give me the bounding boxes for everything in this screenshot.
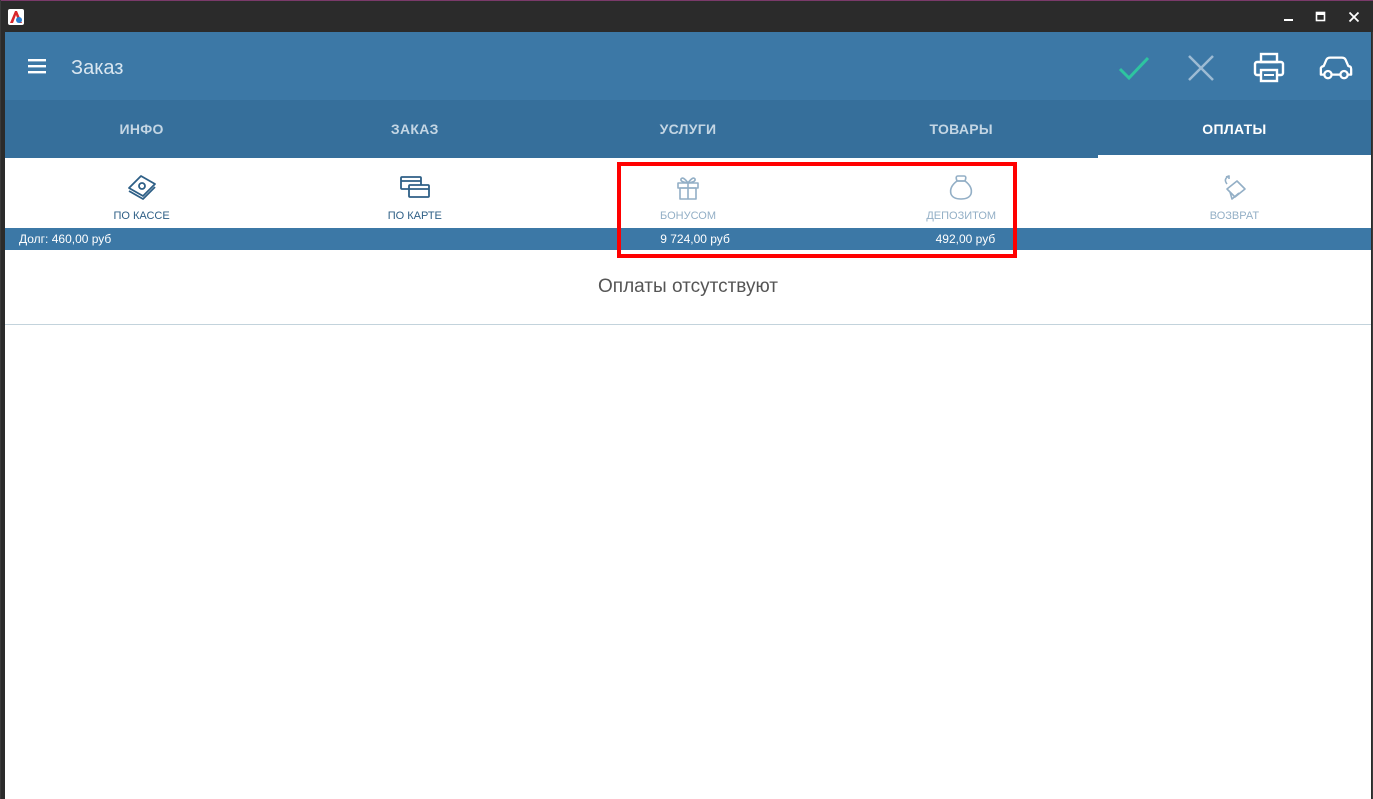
- payment-methods: ПО КАССЕ ПО КАРТЕ БОНУСОМ ДЕПОЗИТОМ ВОЗВ…: [5, 158, 1371, 228]
- section-tabs: ИНФО ЗАКАЗ УСЛУГИ ТОВАРЫ ОПЛАТЫ: [5, 100, 1372, 158]
- pay-by-deposit-label: ДЕПОЗИТОМ: [926, 210, 997, 222]
- window-titlebar: [1, 0, 1373, 32]
- hamburger-menu-icon: [28, 59, 46, 74]
- window-minimize-button[interactable]: [1277, 6, 1301, 28]
- checkmark-icon: [1118, 56, 1150, 81]
- menu-button[interactable]: [25, 56, 51, 76]
- car-button[interactable]: [1318, 50, 1354, 86]
- confirm-button[interactable]: [1116, 50, 1152, 86]
- app-window: Заказ ИНФО ЗАКАЗ УСЛУГИ ТОВАРЫ ОПЛАТЫ ПО…: [0, 0, 1373, 799]
- pay-by-bonus-label: БОНУСОМ: [660, 210, 717, 222]
- refund-icon: [1218, 172, 1250, 202]
- pay-by-deposit-button[interactable]: ДЕПОЗИТОМ: [825, 158, 1098, 228]
- deposit-balance: 492,00 руб: [935, 232, 996, 246]
- close-icon: [1188, 55, 1214, 81]
- tab-goods[interactable]: ТОВАРЫ: [825, 100, 1098, 158]
- debt-amount: Долг: 460,00 руб: [19, 232, 112, 246]
- pay-by-bonus-button[interactable]: БОНУСОМ: [551, 158, 824, 228]
- printer-icon: [1253, 52, 1285, 83]
- refund-button[interactable]: ВОЗВРАТ: [1098, 158, 1371, 228]
- window-maximize-button[interactable]: [1309, 6, 1333, 28]
- pay-by-card-label: ПО КАРТЕ: [387, 210, 442, 222]
- pay-by-card-button[interactable]: ПО КАРТЕ: [278, 158, 551, 228]
- app-content: Заказ ИНФО ЗАКАЗ УСЛУГИ ТОВАРЫ ОПЛАТЫ ПО…: [5, 32, 1372, 799]
- tab-info[interactable]: ИНФО: [5, 100, 278, 158]
- app-logo-icon: [8, 9, 24, 25]
- tab-services[interactable]: УСЛУГИ: [551, 100, 824, 158]
- bonus-balance: 9 724,00 руб: [660, 232, 730, 246]
- app-header: Заказ: [5, 32, 1371, 100]
- balance-spacer: [289, 228, 559, 250]
- tab-order[interactable]: ЗАКАЗ: [278, 100, 551, 158]
- pay-by-cash-label: ПО КАССЕ: [113, 210, 170, 222]
- window-close-button[interactable]: [1342, 6, 1366, 28]
- cancel-button[interactable]: [1183, 50, 1219, 86]
- balance-bar: Долг: 460,00 руб 9 724,00 руб 492,00 руб: [5, 228, 1371, 250]
- refund-label: ВОЗВРАТ: [1209, 210, 1260, 222]
- pay-by-cash-button[interactable]: ПО КАССЕ: [5, 158, 278, 228]
- car-icon: [1319, 56, 1353, 80]
- empty-payments-message: Оплаты отсутствуют: [5, 250, 1371, 325]
- print-button[interactable]: [1251, 50, 1287, 86]
- gift-icon: [672, 172, 704, 202]
- page-title: Заказ: [71, 57, 124, 79]
- cards-icon: [399, 172, 431, 202]
- cash-icon: [126, 172, 158, 202]
- tab-payments[interactable]: ОПЛАТЫ: [1097, 100, 1372, 158]
- balance-spacer-right: [1101, 228, 1371, 250]
- money-bag-icon: [945, 172, 977, 202]
